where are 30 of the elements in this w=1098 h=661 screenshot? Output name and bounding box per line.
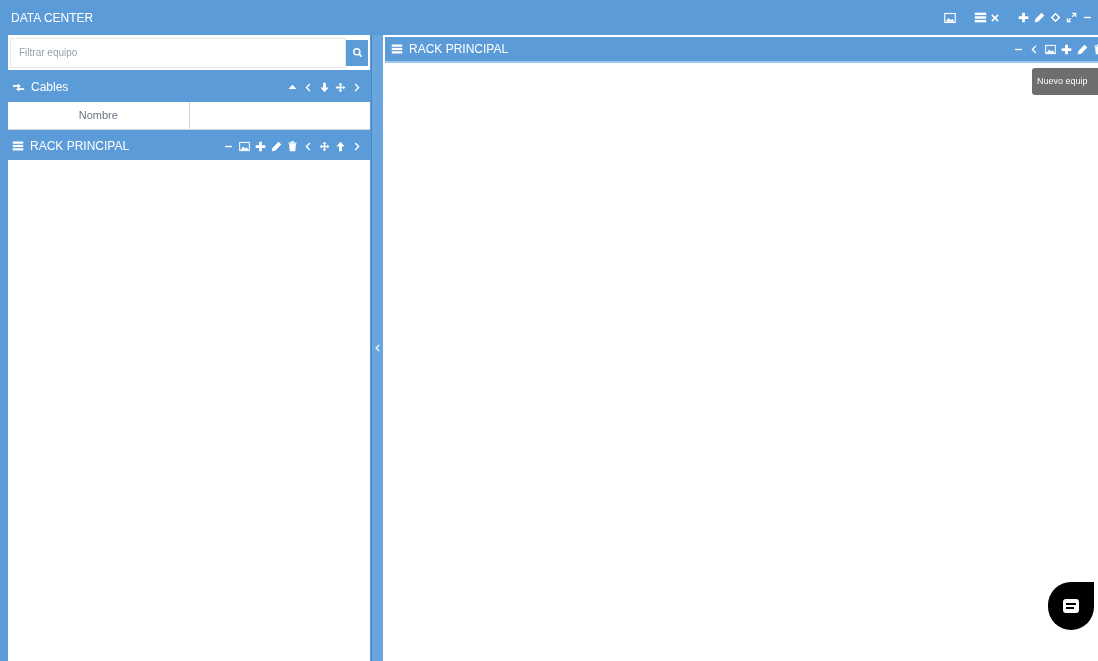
- list-icon[interactable]: [391, 43, 403, 55]
- tooltip: Nuevo equip: [1032, 68, 1098, 95]
- image-icon[interactable]: [239, 140, 250, 152]
- add-icon[interactable]: [1018, 12, 1029, 23]
- search-icon[interactable]: [351, 47, 363, 58]
- list-icon[interactable]: [12, 140, 24, 152]
- upload-icon[interactable]: [335, 140, 346, 152]
- download-icon[interactable]: [319, 81, 330, 93]
- edit-icon[interactable]: [271, 140, 282, 152]
- expand-icon[interactable]: [1066, 12, 1077, 23]
- move-icon[interactable]: [319, 140, 330, 152]
- list-icon[interactable]: [974, 11, 987, 24]
- app-title: DATA CENTER: [11, 9, 94, 27]
- image-icon[interactable]: [944, 11, 956, 24]
- search-button[interactable]: [346, 39, 368, 66]
- column-header: Nombre: [8, 102, 190, 129]
- add-icon[interactable]: [1061, 43, 1072, 55]
- panel-title: RACK PRINCIPAL: [409, 41, 509, 58]
- add-icon[interactable]: [255, 140, 266, 152]
- edit-icon[interactable]: [1077, 43, 1088, 55]
- diamond-icon[interactable]: [1050, 12, 1061, 23]
- chat-icon: [1063, 599, 1079, 613]
- image-icon[interactable]: [1045, 43, 1056, 55]
- edit-icon[interactable]: [1034, 12, 1045, 23]
- panel-title: Cables: [31, 79, 69, 96]
- delete-icon[interactable]: [287, 140, 298, 152]
- panel-title: RACK PRINCIPAL: [30, 138, 130, 155]
- close-icon[interactable]: [990, 12, 1000, 23]
- filter-field[interactable]: Filtrar equipo: [10, 37, 346, 68]
- move-icon[interactable]: [335, 81, 346, 93]
